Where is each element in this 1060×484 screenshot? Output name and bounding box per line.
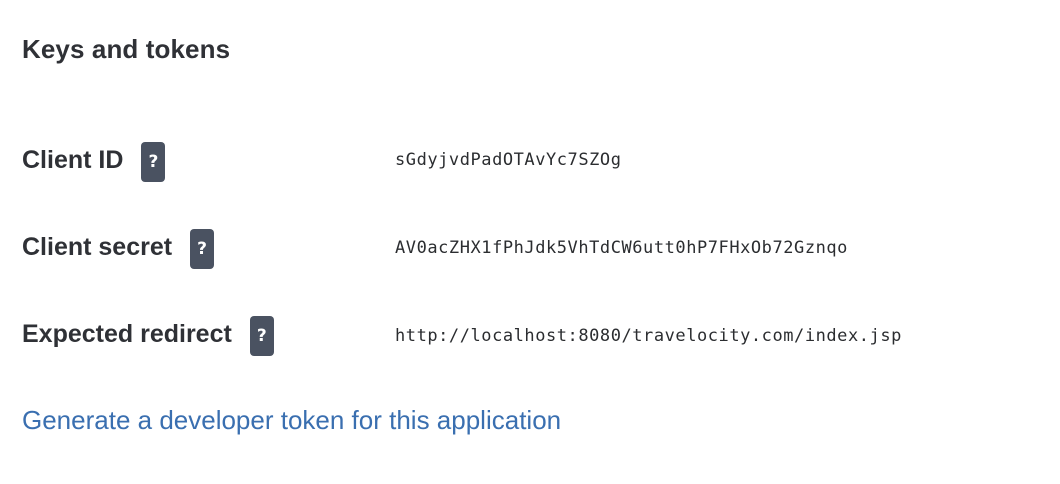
expected-redirect-help-icon[interactable]: ? xyxy=(249,316,274,356)
field-row-client-secret: Client secret ? xyxy=(22,225,215,269)
client-id-label: Client ID xyxy=(22,145,124,174)
client-secret-value: AV0acZHX1fPhJdk5VhTdCW6utt0hP7FHxOb72Gzn… xyxy=(395,238,848,258)
expected-redirect-label: Expected redirect xyxy=(22,319,232,348)
generate-developer-token-link[interactable]: Generate a developer token for this appl… xyxy=(22,405,561,436)
client-secret-label: Client secret xyxy=(22,232,173,261)
section-title: Keys and tokens xyxy=(22,34,231,64)
client-id-value: sGdyjvdPadOTAvYc7SZOg xyxy=(395,150,622,170)
field-row-expected-redirect: Expected redirect ? xyxy=(22,312,274,356)
client-id-help-icon[interactable]: ? xyxy=(141,142,166,182)
field-row-client-id: Client ID ? xyxy=(22,138,166,182)
expected-redirect-value: http://localhost:8080/travelocity.com/in… xyxy=(395,326,902,346)
client-secret-help-icon[interactable]: ? xyxy=(190,229,215,269)
